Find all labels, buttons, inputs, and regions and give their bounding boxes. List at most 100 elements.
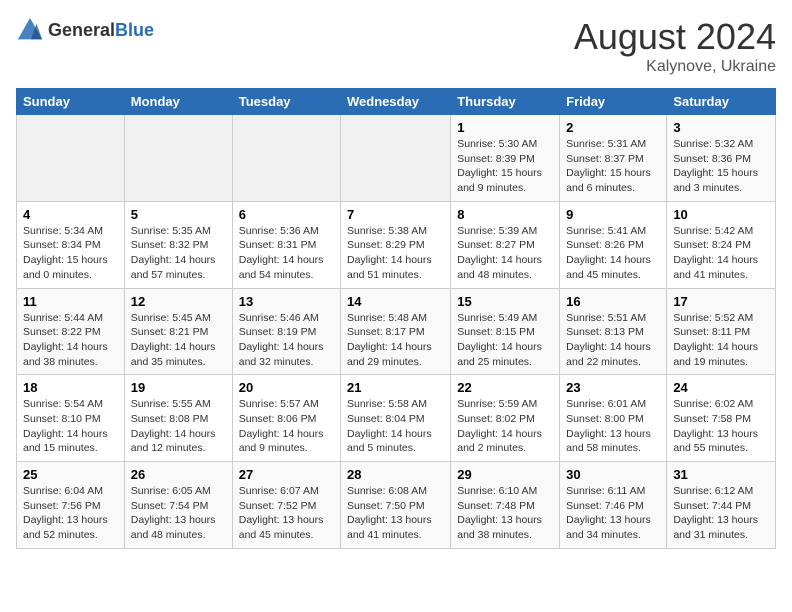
day-cell: 27 Sunrise: 6:07 AMSunset: 7:52 PMDayligh… <box>232 462 340 549</box>
day-number: 30 <box>566 467 660 482</box>
day-info: Sunrise: 5:32 AMSunset: 8:36 PMDaylight:… <box>673 137 769 196</box>
day-cell: 8 Sunrise: 5:39 AMSunset: 8:27 PMDaylight… <box>451 201 560 288</box>
day-info: Sunrise: 5:51 AMSunset: 8:13 PMDaylight:… <box>566 311 660 370</box>
col-header-tuesday: Tuesday <box>232 89 340 115</box>
day-number: 12 <box>131 294 226 309</box>
day-cell: 11 Sunrise: 5:44 AMSunset: 8:22 PMDayligh… <box>17 288 125 375</box>
day-info: Sunrise: 6:01 AMSunset: 8:00 PMDaylight:… <box>566 397 660 456</box>
day-info: Sunrise: 5:46 AMSunset: 8:19 PMDaylight:… <box>239 311 334 370</box>
day-cell: 15 Sunrise: 5:49 AMSunset: 8:15 PMDayligh… <box>451 288 560 375</box>
day-cell: 2 Sunrise: 5:31 AMSunset: 8:37 PMDaylight… <box>560 115 667 202</box>
day-info: Sunrise: 5:49 AMSunset: 8:15 PMDaylight:… <box>457 311 553 370</box>
day-number: 6 <box>239 207 334 222</box>
day-cell <box>124 115 232 202</box>
day-info: Sunrise: 5:59 AMSunset: 8:02 PMDaylight:… <box>457 397 553 456</box>
col-header-wednesday: Wednesday <box>341 89 451 115</box>
day-info: Sunrise: 5:38 AMSunset: 8:29 PMDaylight:… <box>347 224 444 283</box>
week-row-3: 11 Sunrise: 5:44 AMSunset: 8:22 PMDayligh… <box>17 288 776 375</box>
day-cell: 28 Sunrise: 6:08 AMSunset: 7:50 PMDayligh… <box>341 462 451 549</box>
day-info: Sunrise: 5:30 AMSunset: 8:39 PMDaylight:… <box>457 137 553 196</box>
day-cell: 21 Sunrise: 5:58 AMSunset: 8:04 PMDayligh… <box>341 375 451 462</box>
day-info: Sunrise: 5:42 AMSunset: 8:24 PMDaylight:… <box>673 224 769 283</box>
day-number: 31 <box>673 467 769 482</box>
day-number: 11 <box>23 294 118 309</box>
day-info: Sunrise: 6:04 AMSunset: 7:56 PMDaylight:… <box>23 484 118 543</box>
day-info: Sunrise: 5:34 AMSunset: 8:34 PMDaylight:… <box>23 224 118 283</box>
day-number: 22 <box>457 380 553 395</box>
col-header-monday: Monday <box>124 89 232 115</box>
day-cell: 1 Sunrise: 5:30 AMSunset: 8:39 PMDaylight… <box>451 115 560 202</box>
day-number: 14 <box>347 294 444 309</box>
day-cell: 3 Sunrise: 5:32 AMSunset: 8:36 PMDaylight… <box>667 115 776 202</box>
day-cell: 23 Sunrise: 6:01 AMSunset: 8:00 PMDayligh… <box>560 375 667 462</box>
day-number: 2 <box>566 120 660 135</box>
day-cell: 10 Sunrise: 5:42 AMSunset: 8:24 PMDayligh… <box>667 201 776 288</box>
subtitle: Kalynove, Ukraine <box>574 58 776 76</box>
day-info: Sunrise: 5:45 AMSunset: 8:21 PMDaylight:… <box>131 311 226 370</box>
col-header-sunday: Sunday <box>17 89 125 115</box>
day-number: 1 <box>457 120 553 135</box>
day-cell: 25 Sunrise: 6:04 AMSunset: 7:56 PMDayligh… <box>17 462 125 549</box>
day-info: Sunrise: 5:44 AMSunset: 8:22 PMDaylight:… <box>23 311 118 370</box>
day-cell <box>17 115 125 202</box>
day-number: 29 <box>457 467 553 482</box>
day-number: 8 <box>457 207 553 222</box>
day-cell: 26Sunrise: 6:05 AMSunset: 7:54 PMDayligh… <box>124 462 232 549</box>
day-info: Sunrise: 5:52 AMSunset: 8:11 PMDaylight:… <box>673 311 769 370</box>
day-number: 28 <box>347 467 444 482</box>
day-number: 13 <box>239 294 334 309</box>
day-cell: 16 Sunrise: 5:51 AMSunset: 8:13 PMDayligh… <box>560 288 667 375</box>
logo-icon <box>16 16 44 44</box>
logo-general: General <box>48 20 115 40</box>
col-header-thursday: Thursday <box>451 89 560 115</box>
day-cell: 5Sunrise: 5:35 AMSunset: 8:32 PMDaylight… <box>124 201 232 288</box>
day-info: Sunrise: 5:58 AMSunset: 8:04 PMDaylight:… <box>347 397 444 456</box>
day-number: 15 <box>457 294 553 309</box>
day-number: 26 <box>131 467 226 482</box>
col-header-friday: Friday <box>560 89 667 115</box>
calendar-body: 1 Sunrise: 5:30 AMSunset: 8:39 PMDaylight… <box>17 115 776 549</box>
day-info: Sunrise: 5:54 AMSunset: 8:10 PMDaylight:… <box>23 397 118 456</box>
day-info: Sunrise: 6:08 AMSunset: 7:50 PMDaylight:… <box>347 484 444 543</box>
day-number: 25 <box>23 467 118 482</box>
day-cell: 7Sunrise: 5:38 AMSunset: 8:29 PMDaylight… <box>341 201 451 288</box>
day-number: 23 <box>566 380 660 395</box>
day-info: Sunrise: 6:07 AMSunset: 7:52 PMDaylight:… <box>239 484 334 543</box>
day-cell: 6Sunrise: 5:36 AMSunset: 8:31 PMDaylight… <box>232 201 340 288</box>
day-number: 10 <box>673 207 769 222</box>
day-number: 9 <box>566 207 660 222</box>
page-header: GeneralBlue August 2024 Kalynove, Ukrain… <box>16 16 776 76</box>
day-info: Sunrise: 5:39 AMSunset: 8:27 PMDaylight:… <box>457 224 553 283</box>
week-row-5: 25 Sunrise: 6:04 AMSunset: 7:56 PMDayligh… <box>17 462 776 549</box>
day-info: Sunrise: 5:35 AMSunset: 8:32 PMDaylight:… <box>131 224 226 283</box>
logo: GeneralBlue <box>16 16 154 44</box>
day-cell <box>341 115 451 202</box>
day-cell: 31Sunrise: 6:12 AMSunset: 7:44 PMDayligh… <box>667 462 776 549</box>
day-number: 4 <box>23 207 118 222</box>
day-number: 18 <box>23 380 118 395</box>
day-cell: 13 Sunrise: 5:46 AMSunset: 8:19 PMDayligh… <box>232 288 340 375</box>
col-header-saturday: Saturday <box>667 89 776 115</box>
day-number: 3 <box>673 120 769 135</box>
day-info: Sunrise: 5:55 AMSunset: 8:08 PMDaylight:… <box>131 397 226 456</box>
day-info: Sunrise: 5:57 AMSunset: 8:06 PMDaylight:… <box>239 397 334 456</box>
day-number: 19 <box>131 380 226 395</box>
day-cell: 18 Sunrise: 5:54 AMSunset: 8:10 PMDayligh… <box>17 375 125 462</box>
day-info: Sunrise: 5:41 AMSunset: 8:26 PMDaylight:… <box>566 224 660 283</box>
week-row-1: 1 Sunrise: 5:30 AMSunset: 8:39 PMDaylight… <box>17 115 776 202</box>
calendar-table: SundayMondayTuesdayWednesdayThursdayFrid… <box>16 88 776 549</box>
day-number: 16 <box>566 294 660 309</box>
day-cell: 14Sunrise: 5:48 AMSunset: 8:17 PMDayligh… <box>341 288 451 375</box>
title-block: August 2024 Kalynove, Ukraine <box>574 16 776 76</box>
week-row-2: 4 Sunrise: 5:34 AMSunset: 8:34 PMDaylight… <box>17 201 776 288</box>
day-cell: 24Sunrise: 6:02 AMSunset: 7:58 PMDayligh… <box>667 375 776 462</box>
week-row-4: 18 Sunrise: 5:54 AMSunset: 8:10 PMDayligh… <box>17 375 776 462</box>
day-number: 27 <box>239 467 334 482</box>
day-cell: 22 Sunrise: 5:59 AMSunset: 8:02 PMDayligh… <box>451 375 560 462</box>
day-cell: 4 Sunrise: 5:34 AMSunset: 8:34 PMDaylight… <box>17 201 125 288</box>
day-info: Sunrise: 6:02 AMSunset: 7:58 PMDaylight:… <box>673 397 769 456</box>
day-number: 21 <box>347 380 444 395</box>
day-info: Sunrise: 6:10 AMSunset: 7:48 PMDaylight:… <box>457 484 553 543</box>
day-info: Sunrise: 5:31 AMSunset: 8:37 PMDaylight:… <box>566 137 660 196</box>
day-number: 20 <box>239 380 334 395</box>
